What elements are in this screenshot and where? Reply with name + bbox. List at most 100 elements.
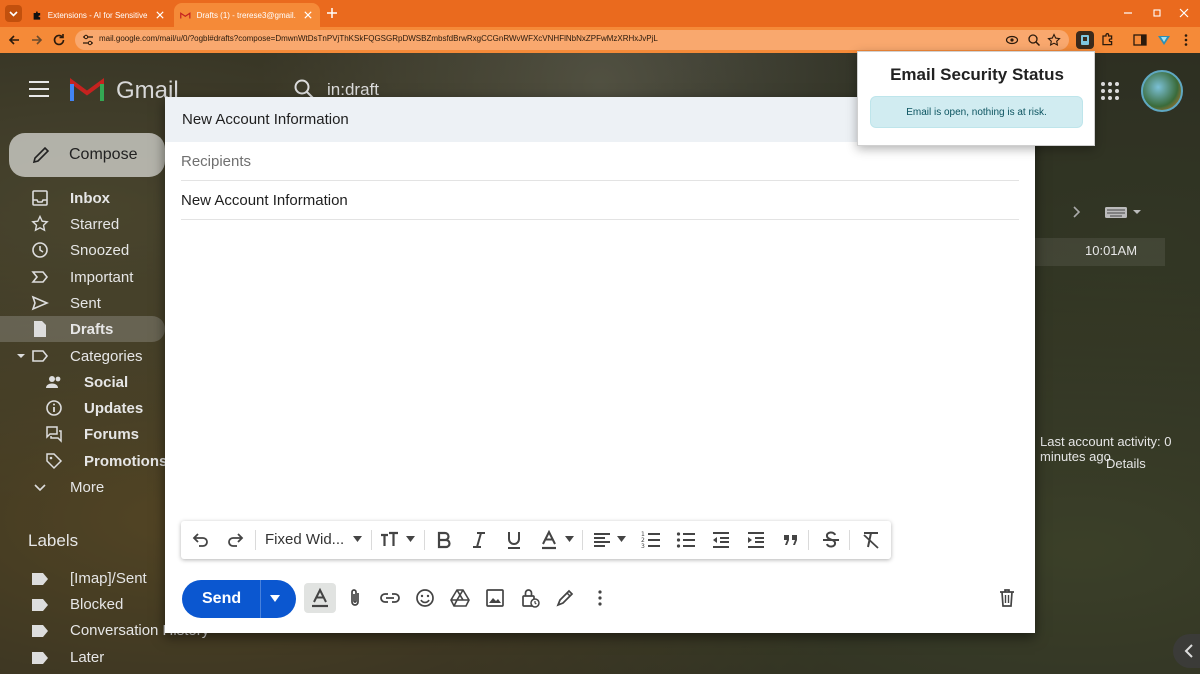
send-options-caret-icon[interactable] bbox=[270, 595, 280, 602]
main-menu-icon[interactable] bbox=[28, 80, 50, 98]
nav-item-social[interactable]: Social bbox=[0, 369, 165, 395]
zoom-icon[interactable] bbox=[1027, 33, 1041, 47]
side-panel-icon[interactable] bbox=[1132, 32, 1148, 48]
nav-item-snoozed[interactable]: Snoozed bbox=[0, 237, 165, 263]
back-arrow-icon[interactable] bbox=[6, 32, 22, 48]
site-settings-icon[interactable] bbox=[81, 33, 95, 47]
forward-arrow-icon[interactable] bbox=[29, 32, 45, 48]
divider bbox=[181, 180, 1019, 181]
remove-formatting-icon[interactable] bbox=[861, 530, 881, 550]
nav-item-important[interactable]: Important bbox=[0, 264, 165, 290]
toolbar-separator bbox=[371, 530, 372, 550]
window-close-icon[interactable] bbox=[1177, 6, 1191, 20]
details-link[interactable]: Details bbox=[1106, 456, 1146, 471]
nav-item-drafts[interactable]: Drafts bbox=[0, 316, 165, 342]
send-button[interactable]: Send bbox=[182, 580, 296, 618]
profile-icon[interactable] bbox=[1156, 32, 1172, 48]
undo-icon[interactable] bbox=[191, 530, 211, 550]
extension-shield-icon[interactable] bbox=[1076, 31, 1094, 49]
nav-item-forums[interactable]: Forums bbox=[0, 421, 165, 447]
redo-icon[interactable] bbox=[225, 530, 245, 550]
important-icon bbox=[31, 268, 49, 286]
nav-label: Important bbox=[70, 268, 134, 286]
tab-search-button[interactable] bbox=[5, 5, 22, 22]
nav-label: Promotions bbox=[84, 452, 168, 470]
address-bar[interactable]: mail.google.com/mail/u/0/?ogbl#drafts?co… bbox=[75, 30, 1069, 50]
restore-icon[interactable] bbox=[1150, 6, 1164, 20]
subject-field[interactable]: New Account Information bbox=[181, 192, 348, 209]
inbox-icon bbox=[31, 189, 49, 207]
gmail-logo-icon[interactable] bbox=[70, 77, 104, 103]
nav-item-categories[interactable]: Categories bbox=[0, 343, 165, 369]
italic-icon[interactable] bbox=[469, 530, 489, 550]
extensions-puzzle-icon[interactable] bbox=[1100, 32, 1116, 48]
nav-item-updates[interactable]: Updates bbox=[0, 395, 165, 421]
strikethrough-icon[interactable] bbox=[821, 530, 841, 550]
nav-item-sent[interactable]: Sent bbox=[0, 290, 165, 316]
nav-label: Starred bbox=[70, 215, 120, 233]
indent-more-icon[interactable] bbox=[746, 530, 766, 550]
close-tab-icon[interactable] bbox=[154, 8, 166, 22]
url-text: mail.google.com/mail/u/0/?ogbl#drafts?co… bbox=[99, 34, 658, 43]
recipients-field[interactable]: Recipients bbox=[181, 153, 251, 170]
caret-down-icon[interactable] bbox=[617, 536, 626, 542]
reload-icon[interactable] bbox=[51, 32, 67, 48]
caret-down-icon[interactable] bbox=[406, 536, 415, 542]
keyboard-icon[interactable] bbox=[1105, 205, 1141, 219]
minimize-icon[interactable] bbox=[1121, 6, 1135, 20]
quote-icon[interactable] bbox=[781, 530, 801, 550]
expand-caret-icon[interactable] bbox=[15, 350, 27, 362]
insert-photo-icon[interactable] bbox=[484, 587, 506, 609]
browser-menu-icon[interactable] bbox=[1178, 32, 1194, 48]
label-item-later[interactable]: Later bbox=[0, 645, 280, 671]
emoji-icon[interactable] bbox=[414, 587, 436, 609]
labels-heading: Labels bbox=[28, 531, 79, 550]
compose-label: Compose bbox=[69, 146, 138, 163]
font-size-icon[interactable] bbox=[379, 530, 403, 550]
side-panel-toggle-icon[interactable] bbox=[1173, 634, 1200, 668]
insert-link-icon[interactable] bbox=[379, 587, 401, 609]
more-options-icon[interactable] bbox=[589, 587, 611, 609]
browser-tab-bar: Extensions - AI for Sensitive Sc Drafts … bbox=[0, 0, 1200, 27]
nav-label: Categories bbox=[70, 347, 143, 365]
chevron-right-icon[interactable] bbox=[1070, 205, 1082, 219]
nav-label: Inbox bbox=[70, 189, 110, 207]
toolbar-separator bbox=[849, 530, 850, 550]
font-select[interactable]: Fixed Wid... bbox=[265, 531, 344, 548]
nav-label: Updates bbox=[84, 399, 144, 417]
nav-item-inbox[interactable]: Inbox bbox=[0, 185, 165, 211]
underline-icon[interactable] bbox=[504, 530, 524, 550]
discard-draft-icon[interactable] bbox=[996, 587, 1018, 609]
nav-item-more[interactable]: More bbox=[0, 474, 165, 500]
caret-down-icon[interactable] bbox=[353, 536, 362, 542]
signature-pen-icon[interactable] bbox=[554, 587, 576, 609]
caret-down-icon[interactable] bbox=[565, 536, 574, 542]
new-tab-button[interactable] bbox=[324, 5, 340, 21]
tab-extensions[interactable]: Extensions - AI for Sensitive Sc bbox=[26, 3, 172, 27]
google-apps-icon[interactable] bbox=[1100, 81, 1120, 101]
compose-button[interactable]: Compose bbox=[9, 133, 165, 177]
bookmark-star-icon[interactable] bbox=[1047, 33, 1061, 47]
bold-icon[interactable] bbox=[434, 530, 454, 550]
nav-label: More bbox=[70, 478, 105, 496]
avatar[interactable] bbox=[1141, 70, 1183, 112]
bulleted-list-icon[interactable] bbox=[676, 530, 696, 550]
nav-item-starred[interactable]: Starred bbox=[0, 211, 165, 237]
formatting-options-toggle[interactable] bbox=[304, 583, 336, 613]
nav-label: Snoozed bbox=[70, 241, 130, 259]
eye-icon[interactable] bbox=[1005, 33, 1019, 47]
confidential-mode-icon[interactable] bbox=[519, 587, 541, 609]
nav-label: Drafts bbox=[70, 320, 114, 338]
tab-gmail-drafts[interactable]: Drafts (1) - trerese3@gmail.com bbox=[174, 3, 320, 27]
nav-item-promotions[interactable]: Promotions bbox=[0, 448, 168, 474]
puzzle-icon bbox=[33, 10, 41, 20]
text-color-icon[interactable] bbox=[539, 530, 559, 550]
clock-icon bbox=[31, 241, 49, 259]
attach-file-icon[interactable] bbox=[344, 587, 366, 609]
indent-less-icon[interactable] bbox=[711, 530, 731, 550]
svg-text:3: 3 bbox=[641, 543, 645, 550]
align-icon[interactable] bbox=[592, 530, 612, 550]
close-tab-icon[interactable] bbox=[302, 8, 314, 22]
numbered-list-icon[interactable]: 123 bbox=[641, 530, 661, 550]
google-drive-icon[interactable] bbox=[449, 587, 471, 609]
